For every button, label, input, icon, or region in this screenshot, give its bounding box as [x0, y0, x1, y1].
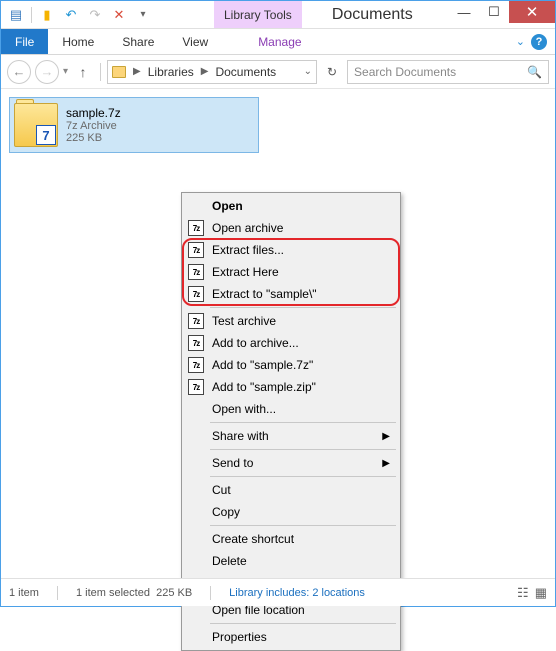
details-view-icon[interactable]: ☷: [517, 585, 529, 601]
quick-access-toolbar: ▤ ▮ ↶ ↷ ✕ ▾: [1, 1, 154, 28]
address-dropdown-icon[interactable]: ⌄: [304, 66, 312, 77]
ctx-test-archive[interactable]: 7zTest archive: [184, 310, 398, 332]
status-selected: 1 item selected 225 KB: [76, 587, 192, 599]
properties-icon[interactable]: ▤: [5, 4, 27, 26]
ctx-extract-to[interactable]: 7zExtract to "sample\": [184, 283, 398, 305]
separator: [57, 586, 58, 600]
7zip-icon: 7z: [188, 379, 204, 395]
file-metadata: sample.7z 7z Archive 225 KB: [66, 106, 121, 144]
minimize-button[interactable]: —: [449, 1, 479, 23]
separator: [210, 525, 396, 526]
ctx-add-to-archive[interactable]: 7zAdd to archive...: [184, 332, 398, 354]
7zip-icon: 7z: [188, 313, 204, 329]
separator: [210, 586, 211, 600]
7zip-icon: 7z: [188, 335, 204, 351]
7zip-icon: 7z: [188, 357, 204, 373]
maximize-button[interactable]: ☐: [479, 1, 509, 23]
address-bar: ← → ▾ ↑ ▶ Libraries ▶ Documents ⌄ ↻ Sear…: [1, 55, 555, 89]
separator: [31, 7, 32, 23]
7zip-icon: 7z: [188, 264, 204, 280]
ctx-add-to-zip[interactable]: 7zAdd to "sample.zip": [184, 376, 398, 398]
ctx-open-archive[interactable]: 7zOpen archive: [184, 217, 398, 239]
separator: [210, 476, 396, 477]
ctx-share-with[interactable]: Share with▶: [184, 425, 398, 447]
recent-dropdown-icon[interactable]: ▾: [63, 66, 68, 77]
file-type: 7z Archive: [66, 120, 121, 132]
search-icon: 🔍: [527, 65, 542, 79]
title-bar: ▤ ▮ ↶ ↷ ✕ ▾ Library Tools Documents — ☐ …: [1, 1, 555, 29]
window-controls: — ☐ ✕: [449, 1, 555, 28]
library-tools-tab: Library Tools: [214, 1, 302, 28]
refresh-button[interactable]: ↻: [321, 61, 343, 83]
7zip-icon: 7z: [188, 242, 204, 258]
separator: [210, 449, 396, 450]
separator: [100, 63, 101, 81]
file-name: sample.7z: [66, 106, 121, 120]
ctx-extract-here[interactable]: 7zExtract Here: [184, 261, 398, 283]
view-switcher: ☷ ▦: [517, 585, 547, 601]
ribbon-tabs: File Home Share View Manage ⌄ ?: [1, 29, 555, 55]
status-library-info[interactable]: Library includes: 2 locations: [229, 587, 365, 599]
7zip-icon: 7z: [188, 286, 204, 302]
file-tab[interactable]: File: [1, 29, 48, 54]
close-button[interactable]: ✕: [509, 1, 555, 23]
search-placeholder: Search Documents: [354, 65, 456, 79]
chevron-right-icon[interactable]: ▶: [130, 66, 144, 77]
ctx-extract-files[interactable]: 7zExtract files...: [184, 239, 398, 261]
up-button[interactable]: ↑: [72, 61, 94, 83]
submenu-arrow-icon: ▶: [382, 431, 390, 442]
back-button[interactable]: ←: [7, 60, 31, 84]
7zip-icon: 7z: [188, 220, 204, 236]
file-size: 225 KB: [66, 132, 121, 144]
submenu-arrow-icon: ▶: [382, 458, 390, 469]
icons-view-icon[interactable]: ▦: [535, 585, 547, 601]
share-tab[interactable]: Share: [108, 29, 168, 54]
ctx-open-with[interactable]: Open with...: [184, 398, 398, 420]
separator: [210, 623, 396, 624]
ctx-delete[interactable]: Delete: [184, 550, 398, 572]
status-item-count: 1 item: [9, 587, 39, 599]
ctx-add-to-7z[interactable]: 7zAdd to "sample.7z": [184, 354, 398, 376]
breadcrumb-libraries[interactable]: Libraries: [148, 65, 194, 79]
ctx-properties[interactable]: Properties: [184, 626, 398, 648]
ctx-open[interactable]: Open: [184, 195, 398, 217]
separator: [210, 422, 396, 423]
status-bar: 1 item 1 item selected 225 KB Library in…: [1, 578, 555, 606]
ctx-cut[interactable]: Cut: [184, 479, 398, 501]
expand-ribbon-icon[interactable]: ⌄: [516, 35, 525, 48]
delete-icon[interactable]: ✕: [108, 4, 130, 26]
help-icon[interactable]: ?: [531, 34, 547, 50]
undo-icon[interactable]: ↶: [60, 4, 82, 26]
redo-icon[interactable]: ↷: [84, 4, 106, 26]
chevron-right-icon[interactable]: ▶: [198, 66, 212, 77]
breadcrumb-documents[interactable]: Documents: [215, 65, 276, 79]
search-input[interactable]: Search Documents 🔍: [347, 60, 549, 84]
ctx-send-to[interactable]: Send to▶: [184, 452, 398, 474]
view-tab[interactable]: View: [168, 29, 222, 54]
file-icon-7z: 7: [14, 103, 58, 147]
window-title: Documents: [332, 1, 413, 28]
ctx-copy[interactable]: Copy: [184, 501, 398, 523]
manage-tab[interactable]: Manage: [244, 29, 315, 54]
new-folder-icon[interactable]: ▮: [36, 4, 58, 26]
forward-button[interactable]: →: [35, 60, 59, 84]
home-tab[interactable]: Home: [48, 29, 108, 54]
folder-icon: [112, 66, 126, 78]
separator: [210, 307, 396, 308]
content-area[interactable]: 7 sample.7z 7z Archive 225 KB Open 7zOpe…: [1, 89, 555, 577]
address-box[interactable]: ▶ Libraries ▶ Documents ⌄: [107, 60, 317, 84]
file-item-selected[interactable]: 7 sample.7z 7z Archive 225 KB: [9, 97, 259, 153]
qat-dropdown-icon[interactable]: ▾: [132, 4, 154, 26]
ctx-create-shortcut[interactable]: Create shortcut: [184, 528, 398, 550]
